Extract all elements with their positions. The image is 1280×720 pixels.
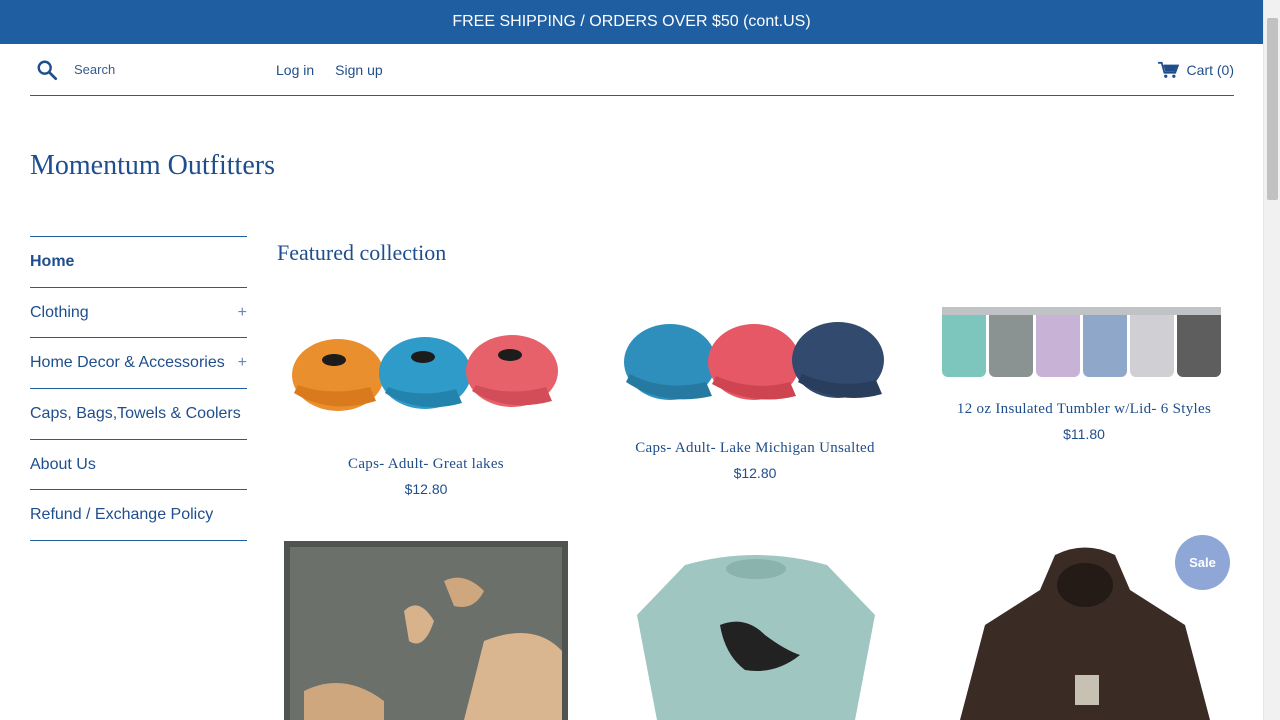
signup-link[interactable]: Sign up [335, 62, 382, 78]
product-image-tumblers[interactable] [940, 305, 1228, 380]
featured-heading: Featured collection [277, 240, 447, 265]
sidebar-item-refund[interactable]: Refund / Exchange Policy [30, 490, 247, 542]
product-title[interactable]: 12 oz Insulated Tumbler w/Lid- 6 Styles [944, 401, 1224, 418]
product-card[interactable]: Caps- Adult- Lake Michigan Unsalted $12.… [615, 440, 895, 481]
login-link[interactable]: Log in [276, 62, 314, 78]
product-price: $12.80 [733, 465, 777, 481]
sidebar-item-label: Clothing [30, 303, 89, 321]
sidebar-item-caps-bags[interactable]: Caps, Bags,Towels & Coolers [30, 389, 247, 440]
cart-link[interactable]: Cart (0) [1157, 61, 1234, 79]
product-image-wood-lake-map[interactable] [284, 541, 568, 720]
sidebar-item-home-decor[interactable]: Home Decor & Accessories + [30, 338, 247, 390]
sidebar-item-label: Caps, Bags,Towels & Coolers [30, 404, 241, 422]
page-scrollbar[interactable] [1263, 0, 1280, 720]
announcement-text: FREE SHIPPING / ORDERS OVER $50 (cont.US… [452, 13, 811, 30]
sidebar-item-label: Refund / Exchange Policy [30, 506, 214, 524]
sidebar-item-label: Home Decor & Accessories [30, 354, 225, 372]
sidebar-item-label: Home [30, 252, 75, 270]
product-title[interactable]: Caps- Adult- Lake Michigan Unsalted [615, 440, 895, 457]
cart-icon [1157, 61, 1179, 78]
sidebar-nav: Home Clothing + Home Decor & Accessories… [30, 236, 247, 542]
product-card[interactable]: 12 oz Insulated Tumbler w/Lid- 6 Styles … [944, 401, 1224, 442]
product-card[interactable]: Caps- Adult- Great lakes $12.80 [286, 456, 566, 497]
search-input[interactable] [74, 62, 259, 77]
scrollbar-thumb[interactable] [1267, 18, 1278, 200]
header-bar: Log in Sign up Cart (0) [30, 44, 1234, 96]
sidebar-item-about[interactable]: About Us [30, 440, 247, 491]
product-title[interactable]: Caps- Adult- Great lakes [286, 456, 566, 473]
cart-label: Cart (0) [1186, 61, 1234, 78]
product-image-caps-lake-michigan[interactable] [620, 312, 886, 412]
product-image-sweatshirt[interactable] [625, 555, 887, 720]
expand-plus-icon[interactable]: + [238, 354, 247, 372]
sale-badge: Sale [1175, 535, 1230, 590]
product-price: $11.80 [1063, 426, 1105, 442]
search-icon[interactable] [36, 59, 58, 81]
sidebar-item-home[interactable]: Home [30, 237, 247, 288]
announcement-bar: FREE SHIPPING / ORDERS OVER $50 (cont.US… [0, 0, 1263, 44]
product-price: $12.80 [404, 481, 448, 497]
sidebar-item-label: About Us [30, 455, 96, 473]
product-image-caps-great-lakes[interactable] [290, 315, 560, 420]
expand-plus-icon[interactable]: + [238, 304, 247, 322]
store-logo-text[interactable]: Momentum Outfitters [30, 150, 275, 182]
sidebar-item-clothing[interactable]: Clothing + [30, 288, 247, 339]
